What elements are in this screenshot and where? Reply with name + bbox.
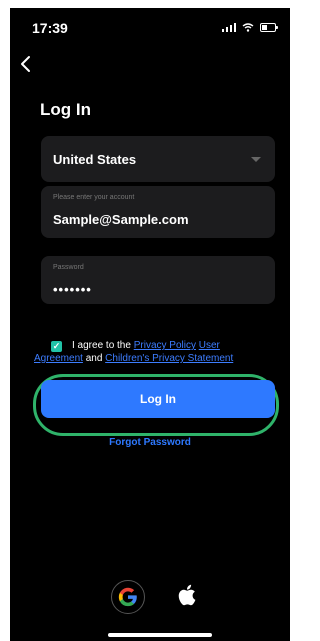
signal-icon: [222, 22, 236, 32]
agreement-text: ✓ I agree to the Privacy Policy User Agr…: [34, 339, 274, 365]
password-field[interactable]: Password •••••••: [41, 256, 275, 304]
account-placeholder: Please enter your account: [53, 194, 135, 201]
home-indicator: [108, 633, 212, 637]
account-value: Sample@Sample.com: [53, 212, 189, 227]
password-value: •••••••: [53, 282, 92, 297]
google-login-button[interactable]: [111, 580, 145, 614]
login-screen: 17:39 Log In United States Please enter …: [10, 8, 290, 641]
login-button[interactable]: Log In: [41, 380, 275, 418]
apple-login-button[interactable]: [175, 580, 199, 610]
back-arrow-icon[interactable]: [16, 54, 36, 74]
forgot-password-link[interactable]: Forgot Password: [10, 437, 290, 448]
google-icon: [118, 587, 137, 607]
battery-icon: [260, 22, 278, 32]
childrens-privacy-link[interactable]: Children's Privacy Statement: [105, 353, 233, 364]
user-agreement-link-part2[interactable]: Agreement: [34, 353, 83, 364]
user-agreement-link-part1[interactable]: User: [199, 340, 220, 351]
page-title: Log In: [40, 100, 91, 119]
country-select[interactable]: United States: [41, 136, 275, 182]
password-placeholder: Password: [53, 264, 84, 271]
agree-and: and: [82, 353, 106, 364]
wifi-icon: [242, 22, 254, 32]
privacy-policy-link[interactable]: Privacy Policy: [134, 340, 196, 351]
apple-icon: [178, 584, 196, 606]
account-field[interactable]: Please enter your account Sample@Sample.…: [41, 186, 275, 238]
status-icons: [222, 22, 278, 32]
country-value: United States: [53, 152, 137, 167]
agree-prefix: I agree to the: [72, 340, 134, 351]
agree-checkbox[interactable]: ✓: [51, 341, 62, 352]
status-time: 17:39: [32, 20, 68, 36]
chevron-down-icon: [251, 157, 261, 162]
